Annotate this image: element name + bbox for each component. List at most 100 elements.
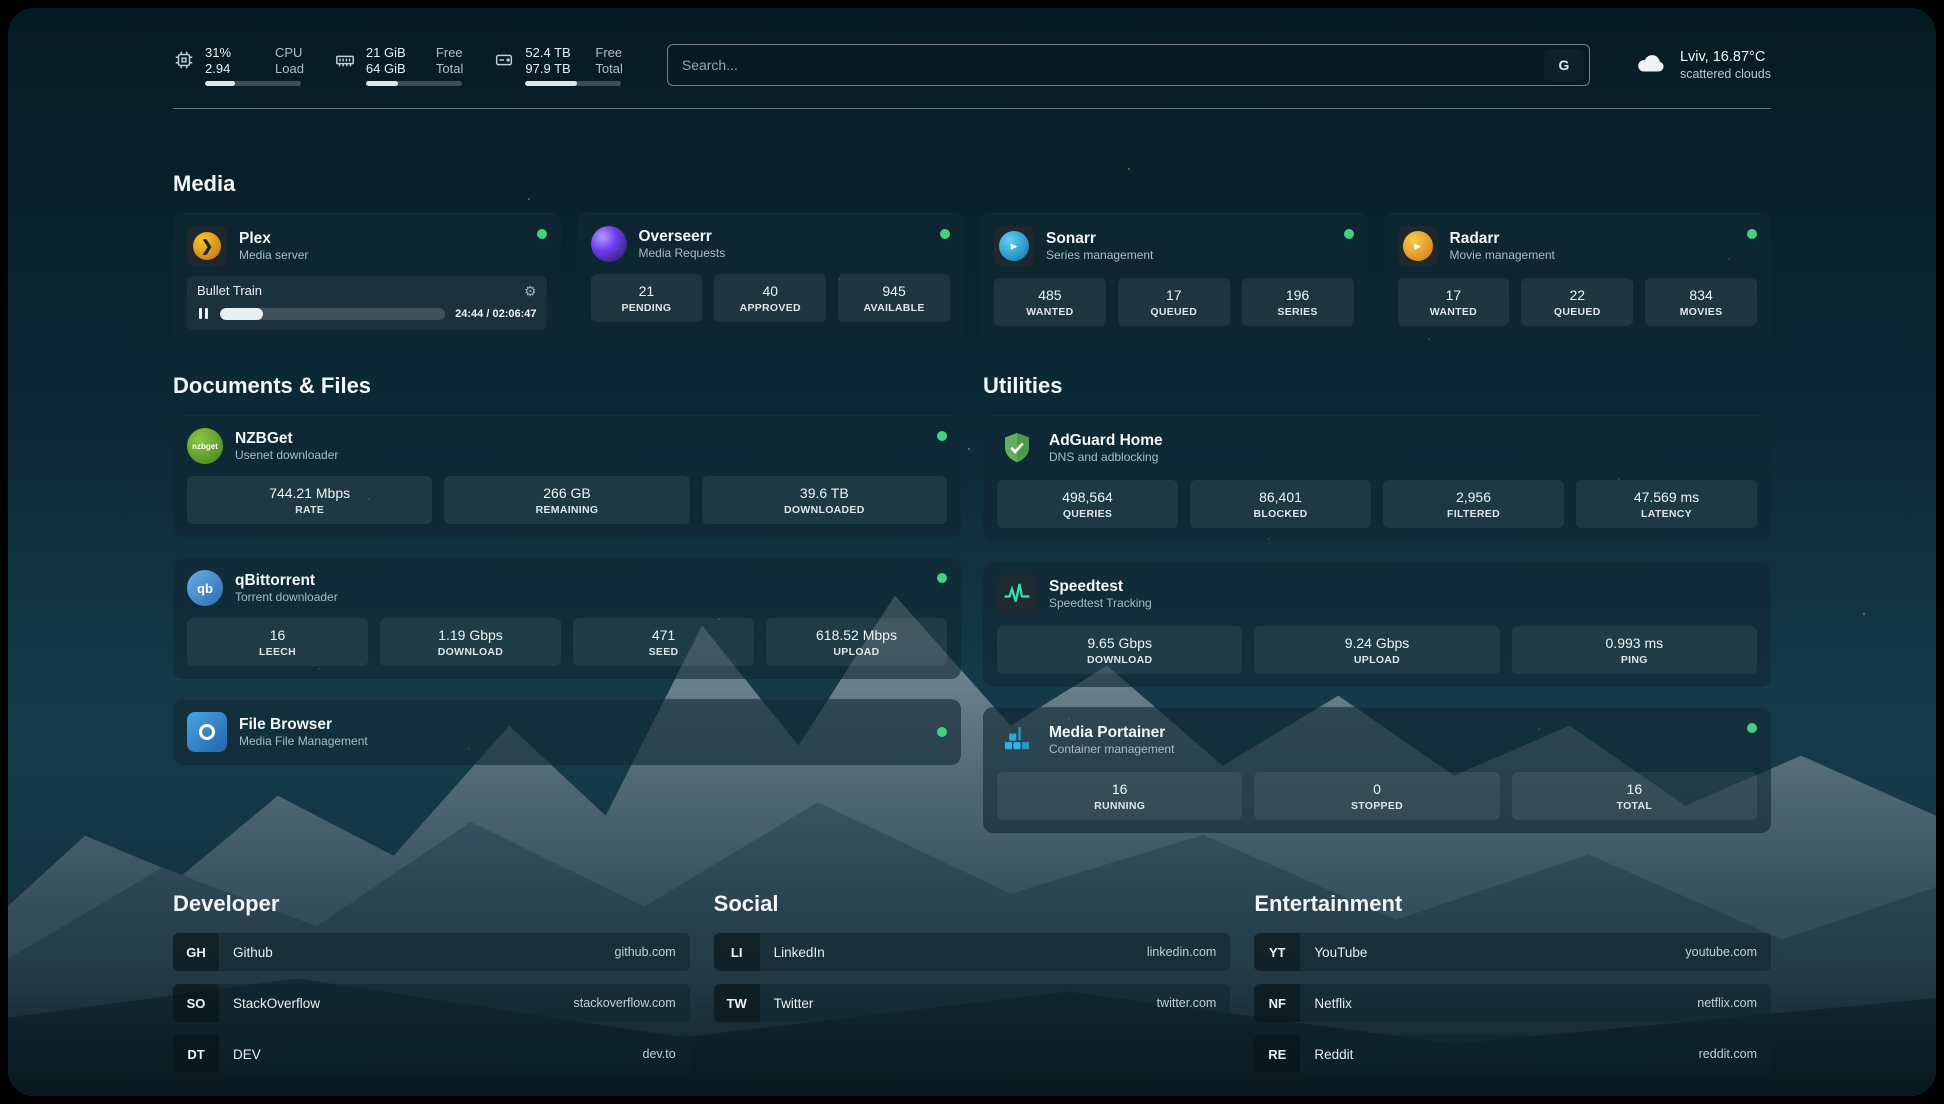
weather-condition: scattered clouds [1680,67,1771,81]
app-subtitle-sonarr: Series management [1046,248,1153,263]
radarr-icon: ▸ [1398,226,1438,266]
bookmark-linkedin[interactable]: LI LinkedIn linkedin.com [714,933,1231,971]
app-name-nzbget: NZBGet [235,429,338,448]
stat-available: 945AVAILABLE [838,274,950,322]
disk-total-value: 97.9 TB [525,61,577,76]
stat-seed: 471SEED [573,618,754,666]
stat-upload: 9.24 GbpsUPLOAD [1254,626,1499,674]
overseerr-icon [591,226,627,262]
app-name-qbittorrent: qBittorrent [235,571,338,590]
bookmark-name: Reddit [1300,1047,1353,1062]
bookmark-name: StackOverflow [219,996,320,1011]
nzbget-icon: nzbget [187,428,223,464]
stat-blocked: 86,401BLOCKED [1190,480,1371,528]
search-input[interactable] [682,57,1544,73]
card-qbittorrent[interactable]: qb qBittorrent Torrent downloader 16LEEC… [173,557,961,679]
app-subtitle-adguard: DNS and adblocking [1049,450,1163,465]
memory-widget: 21 GiB 64 GiB Free Total [334,45,463,86]
stat-queued: 17QUEUED [1118,278,1230,326]
stat-series: 196SERIES [1242,278,1354,326]
app-subtitle-qbittorrent: Torrent downloader [235,590,338,605]
memory-total-value: 64 GiB [366,61,418,76]
search-bar: G [667,44,1590,86]
section-title-utilities: Utilities [983,373,1771,399]
bookmark-netflix[interactable]: NF Netflix netflix.com [1254,984,1771,1022]
disk-free-label: Free [595,45,622,60]
stat-remaining: 266 GBREMAINING [444,476,689,524]
app-name-sonarr: Sonarr [1046,229,1153,248]
app-name-overseerr: Overseerr [639,227,726,246]
bookmark-url: twitter.com [1157,996,1231,1010]
memory-total-label: Total [436,61,463,76]
card-overseerr[interactable]: Overseerr Media Requests 21PENDING 40APP… [577,213,965,343]
disk-icon [493,45,515,76]
stat-rate: 744.21 MbpsRATE [187,476,432,524]
playback-progress-bar[interactable] [220,308,445,320]
section-title-documents: Documents & Files [173,373,961,399]
media-cards: ❯ Plex Media server Bullet Train ⚙ [173,213,1771,343]
bookmark-name: Github [219,945,273,960]
memory-free-value: 21 GiB [366,45,418,60]
card-sonarr[interactable]: ▸ Sonarr Series management 485WANTED 17Q… [980,213,1368,343]
bookmark-name: Twitter [760,996,814,1011]
bookmark-url: stackoverflow.com [574,996,690,1010]
stat-filtered: 2,956FILTERED [1383,480,1564,528]
bookmark-stackoverflow[interactable]: SO StackOverflow stackoverflow.com [173,984,690,1022]
section-title-media: Media [173,171,1771,197]
stat-download: 1.19 GbpsDOWNLOAD [380,618,561,666]
stat-approved: 40APPROVED [714,274,826,322]
documents-column: Documents & Files nzbget NZBGet Usenet d… [173,373,961,833]
bookmark-group-entertainment: Entertainment YT YouTube youtube.com NF … [1254,891,1771,1073]
bookmark-dev[interactable]: DT DEV dev.to [173,1035,690,1073]
card-portainer[interactable]: Media Portainer Container management 16R… [983,707,1771,833]
bookmark-reddit[interactable]: RE Reddit reddit.com [1254,1035,1771,1073]
memory-usage-bar [366,81,462,86]
speedtest-icon [997,574,1037,614]
section-title-social: Social [714,891,1231,917]
status-dot-radarr [1747,229,1757,239]
top-bar: 31% 2.94 CPU Load [173,44,1771,86]
app-subtitle-plex: Media server [239,248,308,263]
stat-stopped: 0STOPPED [1254,772,1499,820]
plex-icon: ❯ [187,226,227,266]
app-name-radarr: Radarr [1450,229,1555,248]
bookmark-url: github.com [615,945,690,959]
stat-wanted: 485WANTED [994,278,1106,326]
app-name-portainer: Media Portainer [1049,723,1174,742]
weather-location: Lviv, 16.87°C [1680,49,1771,65]
stat-queries: 498,564QUERIES [997,480,1178,528]
bookmark-abbr: LI [714,933,760,971]
card-filebrowser[interactable]: File Browser Media File Management [173,699,961,765]
app-name-adguard: AdGuard Home [1049,431,1163,450]
playback-time: 24:44 / 02:06:47 [455,308,536,320]
card-speedtest[interactable]: Speedtest Speedtest Tracking 9.65 GbpsDO… [983,561,1771,687]
bookmark-abbr: YT [1254,933,1300,971]
cloud-icon [1634,46,1668,85]
stat-wanted: 17WANTED [1398,278,1510,326]
bookmark-twitter[interactable]: TW Twitter twitter.com [714,984,1231,1022]
qbittorrent-icon: qb [187,570,223,606]
card-nzbget[interactable]: nzbget NZBGet Usenet downloader 744.21 M… [173,415,961,537]
app-subtitle-filebrowser: Media File Management [239,734,368,749]
disk-widget: 52.4 TB 97.9 TB Free Total [493,45,622,86]
memory-free-label: Free [436,45,463,60]
bookmark-group-developer: Developer GH Github github.com SO StackO… [173,891,690,1073]
stat-pending: 21PENDING [591,274,703,322]
card-plex[interactable]: ❯ Plex Media server Bullet Train ⚙ [173,213,561,343]
gear-icon[interactable]: ⚙ [524,284,537,298]
bookmark-abbr: TW [714,984,760,1022]
search-provider-button[interactable]: G [1544,49,1584,81]
portainer-icon [997,720,1037,760]
cpu-usage-bar [205,81,301,86]
bookmark-name: Netflix [1300,996,1352,1011]
bookmark-abbr: NF [1254,984,1300,1022]
card-adguard[interactable]: AdGuard Home DNS and adblocking 498,564Q… [983,415,1771,541]
bookmark-github[interactable]: GH Github github.com [173,933,690,971]
app-subtitle-radarr: Movie management [1450,248,1555,263]
stat-total: 16TOTAL [1512,772,1757,820]
status-dot-nzbget [937,431,947,441]
bookmark-youtube[interactable]: YT YouTube youtube.com [1254,933,1771,971]
pause-button[interactable] [197,306,210,321]
card-radarr[interactable]: ▸ Radarr Movie management 17WANTED 22QUE… [1384,213,1772,343]
stat-running: 16RUNNING [997,772,1242,820]
